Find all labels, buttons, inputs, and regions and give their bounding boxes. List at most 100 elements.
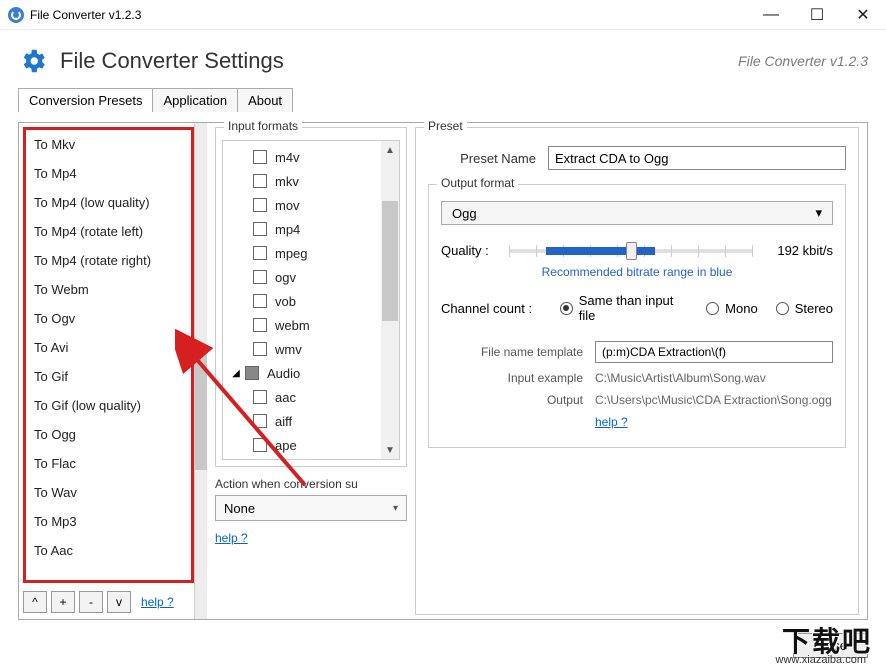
preset-add-button[interactable]: + (51, 591, 75, 613)
radio-stereo[interactable]: Stereo (776, 301, 833, 316)
preset-item[interactable]: To Mkv (26, 130, 191, 159)
maximize-button[interactable]: ☐ (794, 0, 840, 30)
preset-item[interactable]: To Gif (low quality) (26, 391, 191, 420)
input-example-label: Input example (441, 371, 595, 385)
titlebar: File Converter v1.2.3 — ☐ ✕ (0, 0, 886, 30)
version-label: File Converter v1.2.3 (738, 53, 868, 69)
tree-label: webm (275, 318, 310, 333)
checkbox[interactable] (253, 174, 267, 188)
action-combo[interactable]: None ▾ (215, 495, 407, 521)
preset-item[interactable]: To Mp4 (26, 159, 191, 188)
checkbox[interactable] (253, 222, 267, 236)
tab-about[interactable]: About (237, 88, 293, 112)
tree-label: mkv (275, 174, 299, 189)
preset-item[interactable]: To Mp3 (26, 507, 191, 536)
scroll-down-icon[interactable]: ▼ (381, 441, 399, 459)
main-panel: To Mkv To Mp4 To Mp4 (low quality) To Mp… (18, 122, 868, 620)
checkbox[interactable] (253, 294, 267, 308)
window-title: File Converter v1.2.3 (30, 8, 141, 22)
chevron-down-icon: ▾ (393, 503, 398, 514)
checkbox[interactable] (253, 150, 267, 164)
caret-icon[interactable]: ◢ (231, 368, 241, 378)
radio-label: Mono (725, 301, 758, 316)
scroll-up-icon[interactable]: ▲ (381, 141, 399, 159)
tree-scrollbar[interactable]: ▲ ▼ (381, 141, 399, 459)
footer: Close (18, 633, 868, 658)
checkbox[interactable] (253, 390, 267, 404)
close-button[interactable]: Close (793, 633, 868, 658)
quality-slider[interactable] (509, 239, 753, 261)
quality-label: Quality : (441, 243, 509, 258)
tabs: Conversion Presets Application About (0, 88, 886, 112)
preset-move-up-button[interactable]: ^ (23, 591, 47, 613)
presets-scrollbar[interactable] (195, 123, 207, 619)
app-icon (8, 7, 24, 23)
action-label: Action when conversion su (215, 477, 407, 491)
help-link[interactable]: help ? (215, 531, 407, 545)
tree-label: aac (275, 390, 296, 405)
tree-label: mov (275, 198, 300, 213)
help-link[interactable]: help ? (141, 595, 174, 609)
input-formats-tree[interactable]: m4v mkv mov mp4 mpeg ogv vob webm wmv ◢A… (223, 141, 381, 459)
preset-item[interactable]: To Aac (26, 536, 191, 565)
preset-group-label: Preset (424, 119, 467, 133)
preset-item[interactable]: To Mp4 (rotate right) (26, 246, 191, 275)
tree-label: m4v (275, 150, 300, 165)
checkbox[interactable] (253, 246, 267, 260)
radio-same[interactable]: Same than input file (560, 293, 688, 323)
minimize-button[interactable]: — (748, 0, 794, 30)
page-title: File Converter Settings (60, 48, 284, 74)
filename-template-input[interactable] (595, 341, 833, 363)
tab-application[interactable]: Application (152, 88, 238, 112)
checkbox[interactable] (253, 438, 267, 452)
preset-name-label: Preset Name (428, 151, 548, 166)
output-format-select[interactable]: Ogg ▾ (441, 201, 833, 225)
checkbox[interactable] (253, 198, 267, 212)
slider-thumb[interactable] (626, 242, 637, 260)
filename-template-label: File name template (441, 345, 595, 359)
tree-label: aiff (275, 414, 292, 429)
input-formats-group: Input formats m4v mkv mov mp4 mpeg ogv v… (215, 127, 407, 467)
preset-item[interactable]: To Avi (26, 333, 191, 362)
quality-recommendation: Recommended bitrate range in blue (441, 265, 833, 279)
presets-list[interactable]: To Mkv To Mp4 To Mp4 (low quality) To Mp… (23, 127, 194, 583)
preset-item[interactable]: To Mp4 (rotate left) (26, 217, 191, 246)
input-column: Input formats m4v mkv mov mp4 mpeg ogv v… (207, 123, 411, 619)
help-link[interactable]: help ? (595, 415, 628, 429)
tree-label: Audio (267, 366, 300, 381)
checkbox[interactable] (253, 414, 267, 428)
preset-item[interactable]: To Wav (26, 478, 191, 507)
tree-label: vob (275, 294, 296, 309)
checkbox[interactable] (253, 270, 267, 284)
combo-value: None (224, 501, 255, 516)
output-group: Output format Ogg ▾ Quality : 192 kbit/s (428, 184, 846, 448)
preset-item[interactable]: To Ogg (26, 420, 191, 449)
preset-item[interactable]: To Webm (26, 275, 191, 304)
preset-item[interactable]: To Ogv (26, 304, 191, 333)
header: File Converter Settings File Converter v… (0, 30, 886, 88)
tab-conversion-presets[interactable]: Conversion Presets (18, 88, 153, 112)
quality-value: 192 kbit/s (753, 243, 833, 258)
radio-label: Stereo (795, 301, 833, 316)
preset-move-down-button[interactable]: v (107, 591, 131, 613)
tree-label: ape (275, 438, 297, 453)
preset-item[interactable]: To Flac (26, 449, 191, 478)
checkbox-mixed[interactable] (245, 366, 259, 380)
tree-label: ogv (275, 270, 296, 285)
preset-item[interactable]: To Gif (26, 362, 191, 391)
gear-icon (18, 46, 48, 76)
close-window-button[interactable]: ✕ (840, 0, 886, 30)
tree-label: wmv (275, 342, 302, 357)
tree-label: mpeg (275, 246, 308, 261)
checkbox[interactable] (253, 342, 267, 356)
checkbox[interactable] (253, 318, 267, 332)
preset-name-input[interactable] (548, 146, 846, 170)
chevron-down-icon: ▾ (815, 205, 822, 221)
radio-mono[interactable]: Mono (706, 301, 758, 316)
input-formats-label: Input formats (224, 119, 302, 133)
presets-column: To Mkv To Mp4 To Mp4 (low quality) To Mp… (19, 123, 195, 619)
output-path-value: C:\Users\pc\Music\CDA Extraction\Song.og… (595, 393, 833, 407)
preset-item[interactable]: To Mp4 (low quality) (26, 188, 191, 217)
preset-remove-button[interactable]: - (79, 591, 103, 613)
preset-group: Preset Preset Name Output format Ogg ▾ Q… (415, 127, 859, 615)
